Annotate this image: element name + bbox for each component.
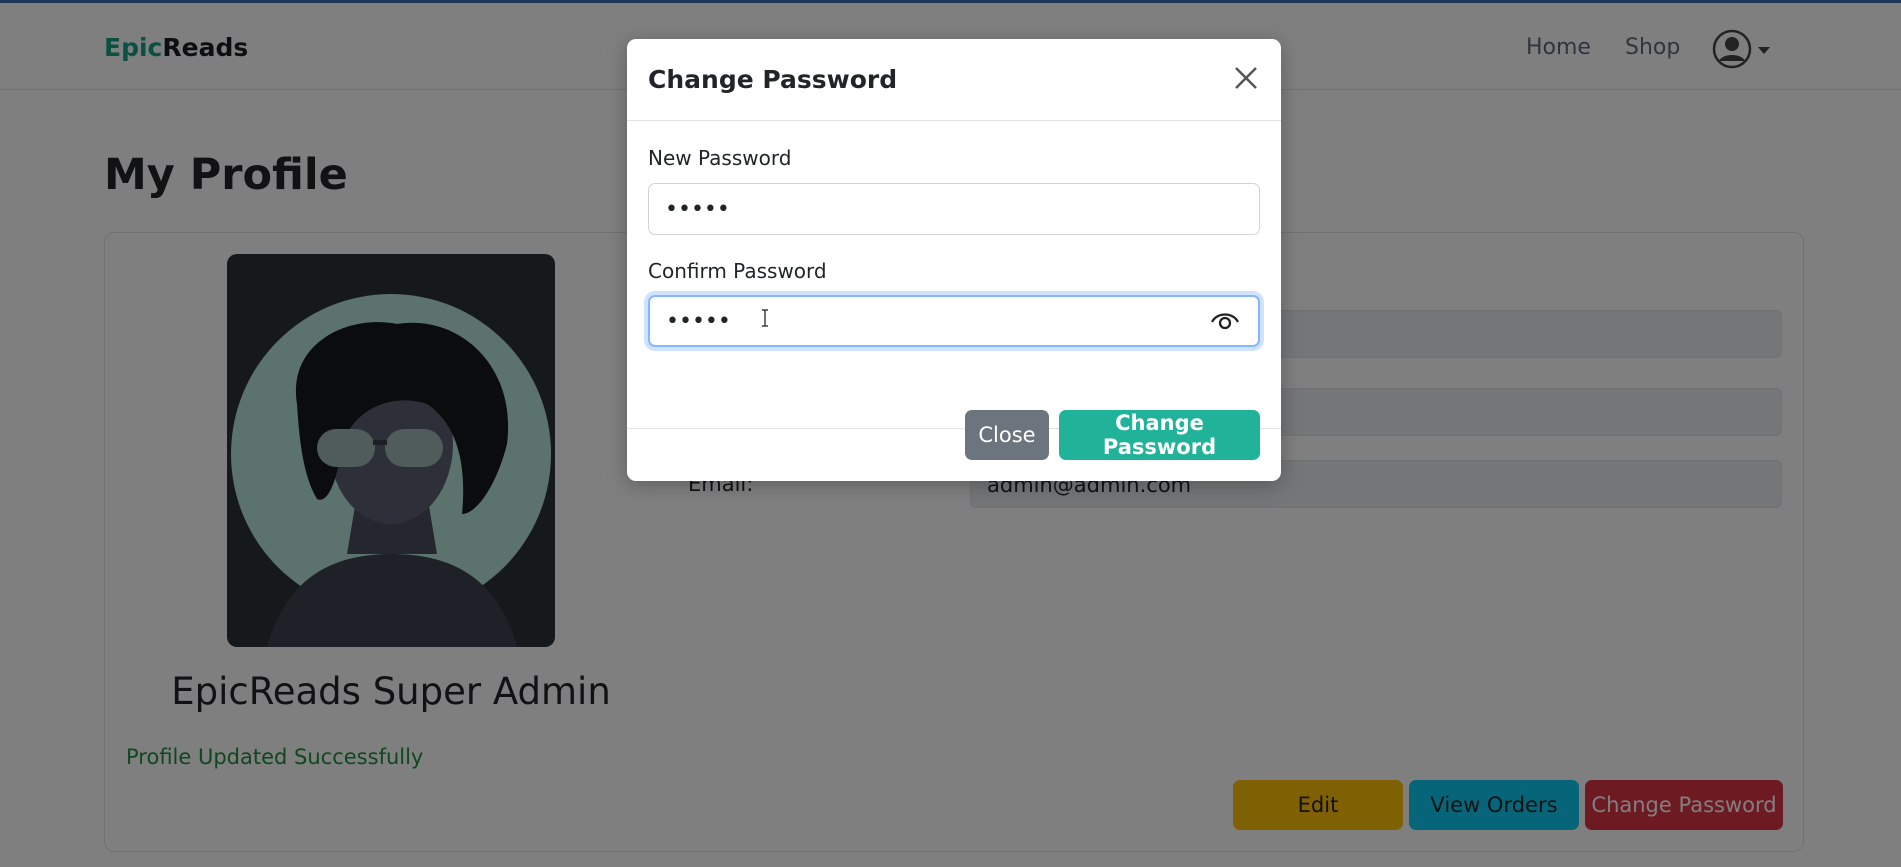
close-icon[interactable]: [1231, 63, 1261, 93]
close-button[interactable]: Close: [965, 410, 1049, 460]
new-password-input[interactable]: [648, 183, 1260, 235]
change-password-submit-button[interactable]: Change Password: [1059, 410, 1260, 460]
confirm-password-input[interactable]: [648, 295, 1260, 347]
text-cursor-icon: [760, 308, 770, 328]
new-password-label: New Password: [648, 146, 792, 170]
eye-icon[interactable]: [1207, 305, 1243, 337]
confirm-password-label: Confirm Password: [648, 259, 827, 283]
modal-header: Change Password: [627, 39, 1281, 121]
modal-title: Change Password: [648, 65, 898, 94]
